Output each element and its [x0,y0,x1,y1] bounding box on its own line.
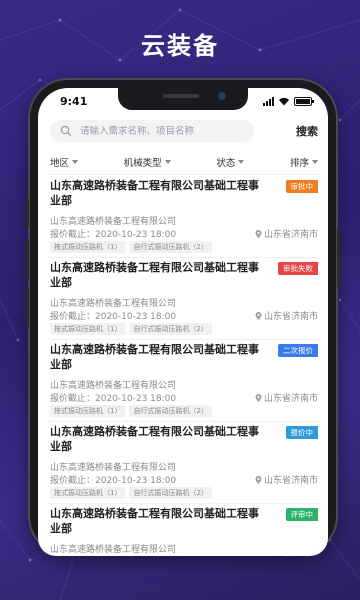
status-badge: 评审中 [285,508,318,521]
search-icon [60,125,72,137]
machine-tag: 拖式振动压路机（1） [50,241,126,253]
item-title: 山东高速路桥装备工程有限公司基础工程事业部 [50,261,259,289]
search-row: 搜索 [50,120,318,142]
hero-title: 云装备 [141,32,219,60]
filter-status[interactable]: 状态 [216,154,245,170]
machine-tag: 拖式振动压路机（1） [50,323,126,335]
filter-status-label: 状态 [216,158,236,169]
item-location: 山东省济南市 [255,309,318,322]
front-camera [218,92,226,100]
phone-power-button [337,228,341,288]
cellular-signal-icon [263,97,274,106]
item-location-text: 山东省济南市 [263,394,318,404]
status-time: 9:41 [60,95,88,108]
item-tags: 拖式振动压路机（1） 自行式振动压路机（2） [50,323,212,335]
status-badge: 审批失败 [278,262,318,275]
phone-frame: 9:41 搜索 地区 机械类型 状态 排序 [25,78,341,556]
item-company: 山东高速路桥装备工程有限公司 [50,217,177,227]
location-pin-icon [255,311,262,320]
wifi-icon [279,97,289,106]
item-location-text: 山东省济南市 [263,312,318,322]
filter-bar: 地区 机械类型 状态 排序 [50,154,318,170]
item-deadline: 报价截止：2020-10-23 18:00 [50,476,177,486]
phone-screen: 9:41 搜索 地区 机械类型 状态 排序 [38,88,328,556]
filter-region[interactable]: 地区 [50,154,79,170]
filter-machine-type-label: 机械类型 [123,158,162,169]
phone-mute-switch [25,198,29,228]
item-location: 山东省济南市 [255,391,318,404]
item-company: 山东高速路桥装备工程有限公司 [50,545,177,555]
item-location-text: 山东省济南市 [263,476,318,486]
item-deadline: 报价截止：2020-10-23 18:00 [50,394,177,404]
item-deadline: 报价截止：2020-10-23 18:00 [50,230,177,240]
location-pin-icon [255,229,262,238]
search-box [50,120,254,142]
phone-volume-down [25,286,29,328]
search-input[interactable] [80,125,240,137]
speaker-grille [163,94,199,98]
list-item[interactable]: 山东高速路桥装备工程有限公司基础工程事业部 评审中 山东高速路桥装备工程有限公司 [48,504,318,556]
item-company: 山东高速路桥装备工程有限公司 [50,299,177,309]
location-pin-icon [255,475,262,484]
item-title: 山东高速路桥装备工程有限公司基础工程事业部 [50,507,259,535]
list-item[interactable]: 山东高速路桥装备工程有限公司基础工程事业部 审批失败 山东高速路桥装备工程有限公… [48,258,318,340]
item-title: 山东高速路桥装备工程有限公司基础工程事业部 [50,343,259,371]
list-item[interactable]: 山东高速路桥装备工程有限公司基础工程事业部 报价中 山东高速路桥装备工程有限公司… [48,422,318,504]
filter-sort-label: 排序 [289,158,309,169]
item-company: 山东高速路桥装备工程有限公司 [50,381,177,391]
machine-tag: 自行式振动压路机（2） [129,323,212,335]
item-tags: 拖式振动压路机（1） 自行式振动压路机（2） [50,487,212,499]
list-item[interactable]: 山东高速路桥装备工程有限公司基础工程事业部 审批中 山东高速路桥装备工程有限公司… [48,176,318,258]
list-item[interactable]: 山东高速路桥装备工程有限公司基础工程事业部 二次报价 山东高速路桥装备工程有限公… [48,340,318,422]
status-icons [263,97,314,106]
item-location: 山东省济南市 [255,227,318,240]
item-title: 山东高速路桥装备工程有限公司基础工程事业部 [50,179,259,207]
filter-sort[interactable]: 排序 [290,154,318,170]
location-pin-icon [255,393,262,402]
item-tags: 拖式振动压路机（1） 自行式振动压路机（2） [50,241,212,253]
chevron-down-icon [311,160,318,164]
item-company: 山东高速路桥装备工程有限公司 [50,463,177,473]
machine-tag: 拖式振动压路机（1） [50,405,126,417]
item-location: 山东省济南市 [255,473,318,486]
machine-tag: 自行式振动压路机（2） [129,487,212,499]
phone-volume-up [25,238,29,280]
item-title: 山东高速路桥装备工程有限公司基础工程事业部 [50,425,259,453]
machine-tag: 自行式振动压路机（2） [129,405,212,417]
item-tags: 拖式振动压路机（1） 自行式振动压路机（2） [50,405,212,417]
divider [50,174,318,175]
chevron-down-icon [238,160,245,164]
machine-tag: 拖式振动压路机（1） [50,487,126,499]
status-badge: 报价中 [285,426,318,439]
search-button[interactable]: 搜索 [296,123,318,139]
demand-list: 山东高速路桥装备工程有限公司基础工程事业部 审批中 山东高速路桥装备工程有限公司… [38,176,328,556]
chevron-down-icon [72,160,79,164]
filter-region-label: 地区 [50,158,70,169]
chevron-down-icon [164,160,171,164]
machine-tag: 自行式振动压路机（2） [129,241,212,253]
phone-notch [118,88,248,110]
status-badge: 审批中 [285,180,318,193]
status-badge: 二次报价 [278,344,318,357]
item-deadline: 报价截止：2020-10-23 18:00 [50,312,177,322]
battery-icon [294,97,314,106]
filter-machine-type[interactable]: 机械类型 [124,154,171,170]
item-location-text: 山东省济南市 [263,230,318,240]
